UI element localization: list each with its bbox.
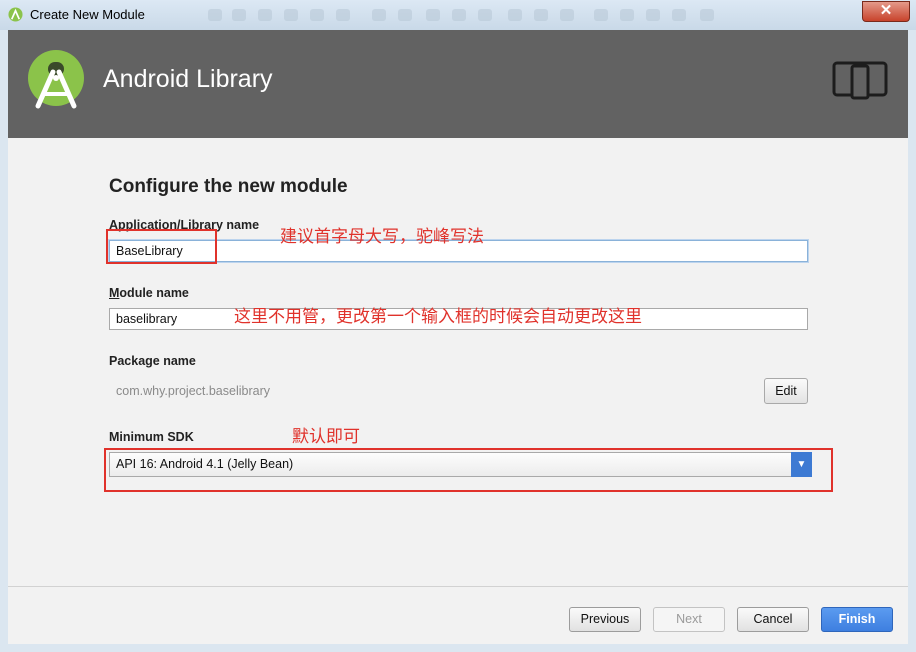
background-toolbar-ghost — [452, 9, 466, 21]
wizard-footer: Previous Next Cancel Finish — [8, 586, 908, 644]
background-toolbar-ghost — [336, 9, 350, 21]
background-toolbar-ghost — [700, 9, 714, 21]
cancel-button[interactable]: Cancel — [737, 607, 809, 632]
module-name-label-text: odule name — [119, 286, 189, 300]
background-toolbar-ghost — [398, 9, 412, 21]
page-heading: Configure the new module — [109, 176, 348, 197]
background-toolbar-ghost — [534, 9, 548, 21]
android-studio-icon — [8, 7, 23, 22]
header-title: Android Library — [103, 65, 273, 93]
annotation-box-min-sdk — [104, 448, 833, 492]
annotation-sdk-note: 默认即可 — [292, 427, 360, 447]
module-name-label: Module name — [109, 286, 189, 300]
background-toolbar-ghost — [372, 9, 386, 21]
annotation-box-app-name — [106, 229, 217, 264]
finish-button[interactable]: Finish — [821, 607, 893, 632]
close-button[interactable]: ✕ — [862, 1, 910, 22]
background-toolbar-ghost — [426, 9, 440, 21]
mnemonic-letter: M — [109, 286, 120, 300]
android-studio-logo-icon — [28, 50, 84, 109]
annotation-app-name-note: 建议首字母大写，驼峰写法 — [280, 227, 484, 247]
background-toolbar-ghost — [508, 9, 522, 21]
background-toolbar-ghost — [232, 9, 246, 21]
background-toolbar-ghost — [672, 9, 686, 21]
background-toolbar-ghost — [594, 9, 608, 21]
previous-button[interactable]: Previous — [569, 607, 641, 632]
window-title: Create New Module — [30, 7, 145, 22]
edit-package-button[interactable]: Edit — [764, 378, 808, 404]
package-name-value: com.why.project.baselibrary — [116, 384, 270, 398]
background-toolbar-ghost — [284, 9, 298, 21]
background-toolbar-ghost — [258, 9, 272, 21]
background-toolbar-ghost — [646, 9, 660, 21]
dialog-window: Create New Module ✕ Android Library Conf… — [0, 0, 916, 652]
wizard-content: Configure the new module Application/Lib… — [8, 138, 908, 586]
background-toolbar-ghost — [310, 9, 324, 21]
title-bar: Create New Module ✕ — [0, 0, 916, 30]
package-name-label: Package name — [109, 354, 196, 368]
background-toolbar-ghost — [560, 9, 574, 21]
annotation-module-name-note: 这里不用管，更改第一个输入框的时候会自动更改这里 — [234, 307, 642, 327]
background-toolbar-ghost — [478, 9, 492, 21]
background-toolbar-ghost — [620, 9, 634, 21]
wizard-header: Android Library — [8, 30, 908, 138]
next-button[interactable]: Next — [653, 607, 725, 632]
min-sdk-label: Minimum SDK — [109, 430, 194, 444]
tablet-phone-icon — [832, 61, 888, 100]
background-toolbar-ghost — [208, 9, 222, 21]
